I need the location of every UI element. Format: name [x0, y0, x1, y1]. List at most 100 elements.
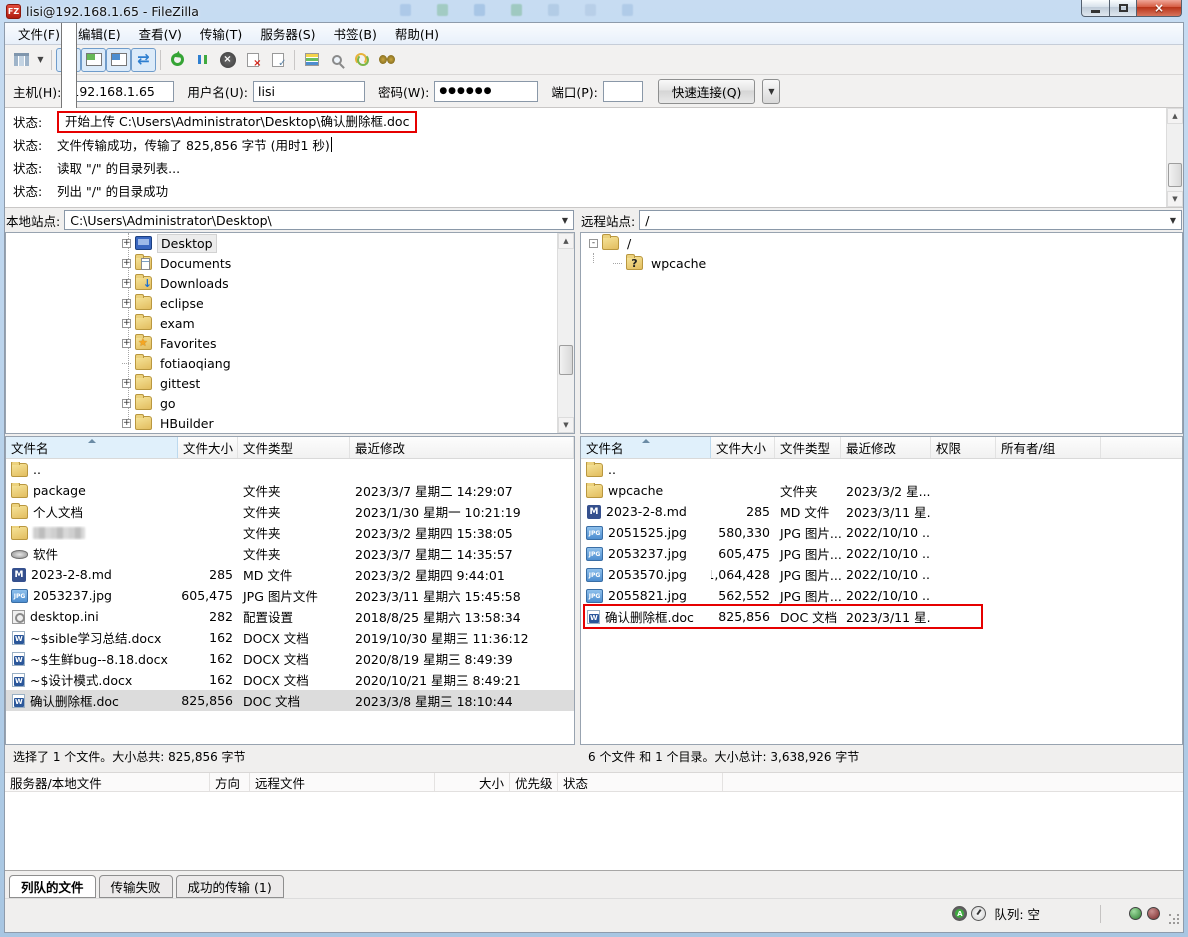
toggle-queue-button[interactable]: ⇄	[131, 48, 156, 72]
tree-item-downloads[interactable]: Downloads	[6, 273, 574, 293]
tree-item-fotiaoqiang[interactable]: fotiaoqiang	[6, 353, 574, 373]
file-row[interactable]: 2053237.jpg 605,475 JPG 图片文件 2023/3/11 星…	[6, 585, 574, 606]
menu-transfer[interactable]: 传输(T)	[191, 22, 251, 45]
column-header-filename[interactable]: 文件名	[6, 437, 178, 458]
file-row[interactable]: desktop.ini 282 配置设置 2018/8/25 星期六 13:58…	[6, 606, 574, 627]
toggle-local-tree-button[interactable]	[81, 48, 106, 72]
file-row-uploaded[interactable]: 确认删除框.doc 825,856 DOC 文档 2023/3/11 星...	[581, 606, 1182, 627]
tree-item-favorites[interactable]: Favorites	[6, 333, 574, 353]
tree-item-wpcache[interactable]: wpcache	[581, 253, 1182, 273]
cancel-operation-button[interactable]: ×	[215, 48, 240, 72]
scroll-down-icon[interactable]: ▼	[1167, 191, 1183, 207]
quickconnect-button[interactable]: 快速连接(Q)	[658, 79, 756, 104]
tab-failed-transfers[interactable]: 传输失败	[99, 875, 173, 898]
menu-edit[interactable]: 编辑(E)	[69, 22, 130, 45]
site-manager-button[interactable]	[9, 48, 34, 72]
file-row[interactable]: package 文件夹 2023/3/7 星期二 14:29:07	[6, 480, 574, 501]
expand-icon[interactable]	[122, 239, 131, 248]
site-manager-dropdown[interactable]: ▼	[34, 48, 47, 72]
file-row[interactable]: ..	[6, 459, 574, 480]
file-row[interactable]: ..	[581, 459, 1182, 480]
log-scrollbar[interactable]: ▲ ▼	[1166, 108, 1183, 207]
maximize-button[interactable]	[1110, 0, 1137, 17]
quickconnect-dropdown[interactable]: ▼	[762, 79, 780, 104]
remote-site-combobox[interactable]: / ▼	[639, 210, 1182, 230]
queue-column-remote-file[interactable]: 远程文件	[250, 773, 435, 791]
tree-item-gittest[interactable]: gittest	[6, 373, 574, 393]
expand-icon[interactable]	[122, 419, 131, 428]
file-row[interactable]: wpcache 文件夹 2023/3/2 星...	[581, 480, 1182, 501]
file-row[interactable]: 个人文档 文件夹 2023/1/30 星期一 10:21:19	[6, 501, 574, 522]
file-row[interactable]: 2053237.jpg 605,475 JPG 图片... 2022/10/10…	[581, 543, 1182, 564]
column-header-filesize[interactable]: 文件大小	[711, 437, 775, 458]
expand-icon[interactable]	[122, 319, 131, 328]
file-row[interactable]: 2051525.jpg 580,330 JPG 图片... 2022/10/10…	[581, 522, 1182, 543]
local-site-combobox[interactable]: C:\Users\Administrator\Desktop\ ▼	[64, 210, 574, 230]
collapse-icon[interactable]	[589, 239, 598, 248]
file-row[interactable]: 2055821.jpg 562,552 JPG 图片... 2022/10/10…	[581, 585, 1182, 606]
tree-item-go[interactable]: go	[6, 393, 574, 413]
find-files-button[interactable]	[374, 48, 399, 72]
speed-limits-icon[interactable]	[971, 906, 986, 921]
expand-icon[interactable]	[122, 379, 131, 388]
file-row[interactable]: ~$设计模式.docx 162 DOCX 文档 2020/10/21 星期三 8…	[6, 669, 574, 690]
disconnect-button[interactable]	[240, 48, 265, 72]
queue-column-server-local[interactable]: 服务器/本地文件	[5, 773, 210, 791]
tab-successful-transfers[interactable]: 成功的传输 (1)	[176, 875, 284, 898]
column-header-modified[interactable]: 最近修改	[841, 437, 931, 458]
tab-queued-files[interactable]: 列队的文件	[9, 875, 96, 898]
queue-column-status[interactable]: 状态	[558, 773, 723, 791]
port-input[interactable]	[603, 81, 643, 102]
column-header-filename[interactable]: 文件名	[581, 437, 711, 458]
chevron-down-icon[interactable]: ▼	[562, 216, 568, 225]
directory-comparison-button[interactable]	[299, 48, 324, 72]
queue-list-empty[interactable]	[5, 792, 1183, 871]
refresh-button[interactable]	[165, 48, 190, 72]
tree-item-exam[interactable]: exam	[6, 313, 574, 333]
password-input[interactable]	[434, 81, 538, 102]
tree-item-eclipse[interactable]: eclipse	[6, 293, 574, 313]
toggle-remote-tree-button[interactable]	[106, 48, 131, 72]
scroll-down-icon[interactable]: ▼	[558, 417, 574, 433]
column-header-modified[interactable]: 最近修改	[350, 437, 574, 458]
filename-filters-button[interactable]	[324, 48, 349, 72]
username-input[interactable]	[253, 81, 365, 102]
local-tree-scrollbar[interactable]: ▲ ▼	[557, 233, 574, 433]
file-row[interactable]: ~$生鲜bug--8.18.docx 162 DOCX 文档 2020/8/19…	[6, 648, 574, 669]
host-input[interactable]	[66, 81, 174, 102]
queue-column-size[interactable]: 大小	[435, 773, 510, 791]
file-row[interactable]: 2023-2-8.md 285 MD 文件 2023/3/2 星期四 9:44:…	[6, 564, 574, 585]
file-row[interactable]: 软件 文件夹 2023/3/7 星期二 14:35:57	[6, 543, 574, 564]
process-queue-button[interactable]	[190, 48, 215, 72]
scroll-up-icon[interactable]: ▲	[1167, 108, 1183, 124]
scrollbar-thumb[interactable]	[559, 345, 573, 375]
scrollbar-thumb[interactable]	[1168, 163, 1182, 187]
scroll-up-icon[interactable]: ▲	[558, 233, 574, 249]
tree-item-desktop[interactable]: Desktop	[6, 233, 574, 253]
file-row-selected[interactable]: 确认删除框.doc 825,856 DOC 文档 2023/3/8 星期三 18…	[6, 690, 574, 711]
file-row[interactable]: ~$sible学习总结.docx 162 DOCX 文档 2019/10/30 …	[6, 627, 574, 648]
transfer-mode-gear-icon[interactable]: A	[952, 906, 967, 921]
queue-column-priority[interactable]: 优先级	[510, 773, 558, 791]
toggle-log-view-button[interactable]	[56, 48, 81, 72]
reconnect-button[interactable]	[265, 48, 290, 72]
expand-icon[interactable]	[122, 259, 131, 268]
menu-view[interactable]: 查看(V)	[130, 22, 191, 45]
resize-grip[interactable]	[1169, 914, 1181, 926]
synchronized-browsing-button[interactable]	[349, 48, 374, 72]
menu-help[interactable]: 帮助(H)	[386, 22, 448, 45]
tree-item-hbuilder[interactable]: HBuilder	[6, 413, 574, 433]
file-row[interactable]: 2023-2-8.md 285 MD 文件 2023/3/11 星...	[581, 501, 1182, 522]
column-header-filetype[interactable]: 文件类型	[238, 437, 350, 458]
chevron-down-icon[interactable]: ▼	[1170, 216, 1176, 225]
queue-column-direction[interactable]: 方向	[210, 773, 250, 791]
close-button[interactable]: ×	[1137, 0, 1182, 17]
file-row[interactable]: 文件夹 2023/3/2 星期四 15:38:05	[6, 522, 574, 543]
menu-bookmarks[interactable]: 书签(B)	[325, 22, 386, 45]
column-header-filetype[interactable]: 文件类型	[775, 437, 841, 458]
menu-server[interactable]: 服务器(S)	[251, 22, 324, 45]
expand-icon[interactable]	[122, 339, 131, 348]
column-header-permissions[interactable]: 权限	[931, 437, 996, 458]
tree-item-documents[interactable]: Documents	[6, 253, 574, 273]
expand-icon[interactable]	[122, 299, 131, 308]
